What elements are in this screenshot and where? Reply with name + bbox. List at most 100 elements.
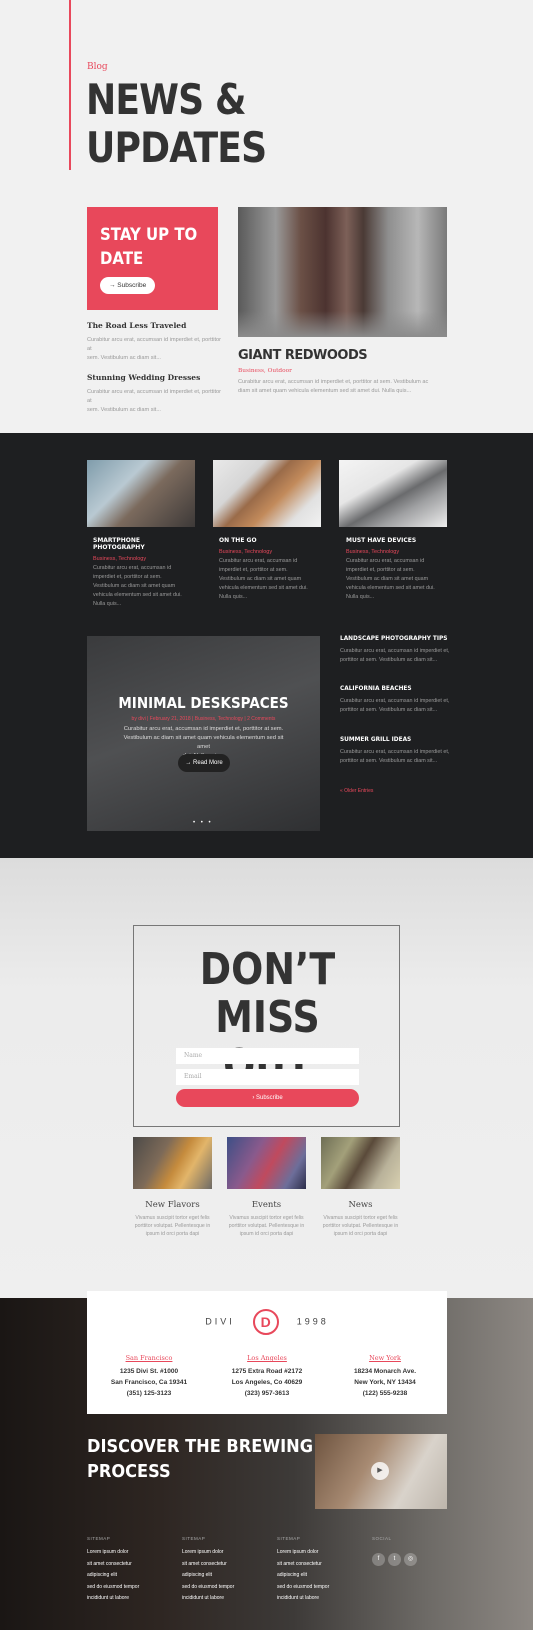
footer-link[interactable]: sed do eiusmod tempor (182, 1582, 234, 1594)
feature-title[interactable]: New Flavors (133, 1200, 212, 1210)
subscribe-title: STAY UP TO DATE (100, 225, 198, 269)
new-flavors-image[interactable] (133, 1137, 212, 1189)
address-san-francisco: San Francisco 1235 Divi St. #1000 San Fr… (94, 1354, 204, 1399)
post-title[interactable]: The Road Less Traveled (87, 321, 222, 330)
subscribe-button[interactable]: → Subscribe (100, 277, 156, 294)
side-post-2: CALIFORNIA BEACHES Curabitur arcu erat, … (340, 686, 460, 715)
feature-news: News Vivamus suscipit tortor eget felis p… (321, 1200, 400, 1238)
feature-text: Vivamus suscipit tortor eget felis portti… (228, 1215, 305, 1237)
footer-link[interactable]: adipiscing elit (182, 1570, 234, 1582)
post-road-less-traveled[interactable]: The Road Less Traveled Curabitur arcu er… (87, 321, 222, 363)
footer-col-heading: SITEMAP (277, 1536, 301, 1541)
post-title[interactable]: Stunning Wedding Dresses (87, 373, 222, 382)
footer-social: SOCIAL f t ◎ (372, 1536, 417, 1566)
footer-link[interactable]: Lorem ipsum dolor (182, 1547, 234, 1559)
street: 18234 Monarch Ave. (353, 1368, 417, 1375)
brand-year: 1998 (296, 1316, 329, 1327)
brand-row: DIVI D 1998 (87, 1309, 447, 1335)
divi-logo-icon[interactable]: D (252, 1309, 279, 1335)
on-the-go-image[interactable] (213, 460, 321, 527)
footer-link[interactable]: sed do eiusmod tempor (87, 1582, 139, 1594)
feature-title[interactable]: Events (227, 1200, 306, 1210)
dark-post-categories[interactable]: Business, Technology (93, 556, 193, 562)
footer-link[interactable]: Lorem ipsum dolor (277, 1547, 329, 1559)
address-los-angeles: Los Angeles 1275 Extra Road #2172 Los An… (212, 1354, 322, 1399)
dark-post-2: ON THE GO Business, Technology Curabitur… (219, 537, 319, 602)
footer-link[interactable]: sit amet consectetur (277, 1559, 329, 1571)
name-field[interactable]: Name (176, 1048, 359, 1064)
events-image[interactable] (227, 1137, 306, 1189)
instagram-icon[interactable]: ◎ (404, 1553, 417, 1566)
footer-link[interactable]: adipiscing elit (277, 1570, 329, 1582)
footer-link[interactable]: sit amet consectetur (87, 1559, 139, 1571)
footer-link[interactable]: Lorem ipsum dolor (87, 1547, 139, 1559)
feature-events: Events Vivamus suscipit tortor eget feli… (227, 1200, 306, 1238)
featured-post-categories[interactable]: Business, Outdoor (238, 368, 292, 374)
newsletter-subscribe-button[interactable]: › Subscribe (176, 1089, 359, 1107)
dark-post-categories[interactable]: Business, Technology (346, 549, 446, 555)
side-post-title[interactable]: CALIFORNIA BEACHES (340, 686, 460, 692)
dark-post-title[interactable]: MUST HAVE DEVICES (346, 537, 446, 544)
post-slider[interactable]: MINIMAL DESKSPACES by divi | February 21… (87, 636, 320, 831)
footer-link[interactable]: incididunt ut labore (277, 1593, 329, 1605)
twitter-icon[interactable]: t (388, 1553, 401, 1566)
play-icon[interactable]: ▶ (371, 1462, 389, 1480)
slider-pagination-dots[interactable]: • • • (193, 820, 213, 826)
side-post-1: LANDSCAPE PHOTOGRAPHY TIPS Curabitur arc… (340, 636, 460, 665)
phone: (351) 125-3123 (126, 1390, 172, 1397)
blog-kicker: Blog (87, 62, 108, 72)
read-more-button[interactable]: → Read More (178, 754, 230, 772)
feature-title[interactable]: News (321, 1200, 400, 1210)
street: 1235 Divi St. #1000 (119, 1368, 179, 1375)
feature-text: Vivamus suscipit tortor eget felis portti… (322, 1215, 399, 1237)
news-image[interactable] (321, 1137, 400, 1189)
region: San Francisco, Ca 19341 (110, 1379, 188, 1386)
slider-title[interactable]: MINIMAL DESKSPACES (99, 694, 309, 712)
footer-link[interactable]: incididunt ut labore (182, 1593, 234, 1605)
newsletter-form: DON’T MISS OUT Name Email › Subscribe (133, 925, 400, 1127)
dark-post-excerpt: Curabitur arcu erat, accumsan id imperdie… (346, 558, 435, 600)
footer-col-3: SITEMAP Lorem ipsum dolor sit amet conse… (277, 1536, 329, 1605)
post-excerpt: Curabitur arcu erat, accumsan id imperdi… (87, 337, 221, 361)
featured-post-title[interactable]: GIANT REDWOODS (238, 348, 368, 363)
footer-col-1: SITEMAP Lorem ipsum dolor sit amet conse… (87, 1536, 139, 1605)
city-link[interactable]: San Francisco (94, 1354, 204, 1362)
phone: (122) 555-9238 (362, 1390, 408, 1397)
brewing-video-thumbnail[interactable]: ▶ (315, 1434, 447, 1509)
footer-col-2: SITEMAP Lorem ipsum dolor sit amet conse… (182, 1536, 234, 1605)
side-post-excerpt: Curabitur arcu erat, accumsan id imperdi… (340, 698, 450, 713)
side-post-excerpt: Curabitur arcu erat, accumsan id imperdi… (340, 749, 450, 764)
dark-post-title[interactable]: SMARTPHONE PHOTOGRAPHY (93, 537, 193, 551)
side-post-excerpt: Curabitur arcu erat, accumsan id imperdi… (340, 648, 450, 663)
dark-post-categories[interactable]: Business, Technology (219, 549, 319, 555)
dark-post-3: MUST HAVE DEVICES Business, Technology C… (346, 537, 446, 602)
brand-name: DIVI (205, 1316, 235, 1327)
footer-link[interactable]: sed do eiusmod tempor (277, 1582, 329, 1594)
region: New York, NY 13434 (354, 1379, 416, 1386)
side-post-title[interactable]: SUMMER GRILL IDEAS (340, 737, 460, 743)
city-link[interactable]: Los Angeles (212, 1354, 322, 1362)
subscribe-box: STAY UP TO DATE → Subscribe (87, 207, 218, 310)
dark-post-excerpt: Curabitur arcu erat, accumsan id imperdie… (93, 565, 182, 607)
footer-col-heading: SITEMAP (87, 1536, 111, 1541)
post-wedding-dresses[interactable]: Stunning Wedding Dresses Curabitur arcu … (87, 373, 222, 415)
slider-meta: by divi | February 21, 2018 | Business, … (131, 716, 276, 722)
locations-card: DIVI D 1998 San Francisco 1235 Divi St. #1… (87, 1291, 447, 1414)
email-field[interactable]: Email (176, 1069, 359, 1085)
feature-new-flavors: New Flavors Vivamus suscipit tortor eget… (133, 1200, 212, 1238)
side-post-title[interactable]: LANDSCAPE PHOTOGRAPHY TIPS (340, 636, 460, 642)
dark-post-title[interactable]: ON THE GO (219, 537, 319, 544)
redwoods-image[interactable] (238, 207, 447, 337)
city-link[interactable]: New York (330, 1354, 440, 1362)
side-post-3: SUMMER GRILL IDEAS Curabitur arcu erat, … (340, 737, 460, 766)
facebook-icon[interactable]: f (372, 1553, 385, 1566)
post-excerpt: Curabitur arcu erat, accumsan id imperdi… (87, 389, 221, 413)
smartphone-photo-image[interactable] (87, 460, 195, 527)
dark-post-excerpt: Curabitur arcu erat, accumsan id imperdie… (219, 558, 308, 600)
devices-image[interactable] (339, 460, 447, 527)
footer-link[interactable]: adipiscing elit (87, 1570, 139, 1582)
footer-col-heading: SITEMAP (182, 1536, 206, 1541)
footer-link[interactable]: sit amet consectetur (182, 1559, 234, 1571)
footer-link[interactable]: incididunt ut labore (87, 1593, 139, 1605)
older-entries-link[interactable]: « Older Entries (340, 788, 373, 794)
